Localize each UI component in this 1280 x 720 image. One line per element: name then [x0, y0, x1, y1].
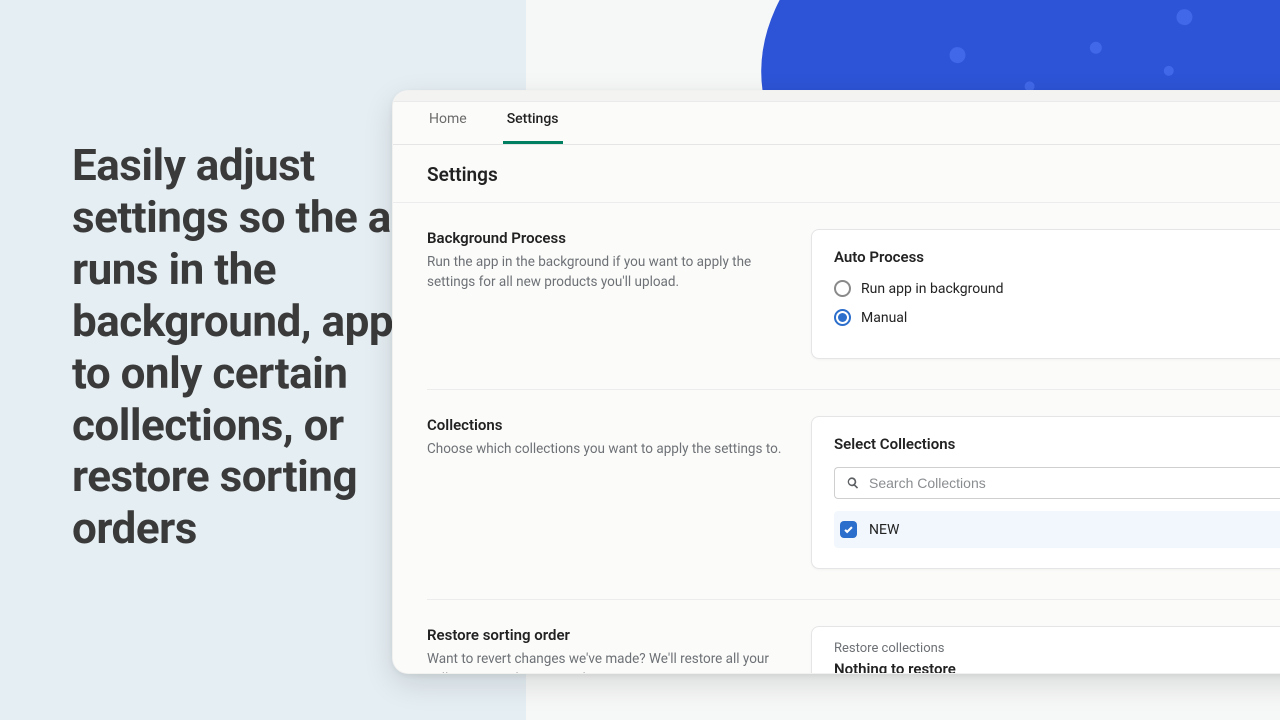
restore-sub: Restore collections: [834, 641, 956, 656]
radio-label: Run app in background: [861, 281, 1004, 297]
auto-process-title: Auto Process: [834, 248, 1280, 266]
search-icon: [845, 475, 861, 491]
collection-item-new[interactable]: NEW: [834, 511, 1280, 548]
tab-home[interactable]: Home: [425, 111, 471, 144]
background-desc: Run the app in the background if you wan…: [427, 253, 787, 292]
radio-icon: [834, 280, 851, 297]
select-collections-title: Select Collections: [834, 435, 1280, 453]
section-restore: Restore sorting order Want to revert cha…: [427, 600, 1280, 674]
search-collections-field[interactable]: [834, 467, 1280, 499]
radio-manual[interactable]: Manual: [834, 309, 1280, 326]
radio-run-background[interactable]: Run app in background: [834, 280, 1280, 297]
app-window: Home Settings Settings Background Proces…: [392, 90, 1280, 674]
restore-status: Nothing to restore: [834, 660, 956, 674]
section-background-process: Background Process Run the app in the ba…: [427, 203, 1280, 390]
radio-label: Manual: [861, 310, 907, 326]
background-title: Background Process: [427, 229, 787, 247]
restore-card: Restore collections Nothing to restore R…: [811, 626, 1280, 674]
collections-title: Collections: [427, 416, 787, 434]
search-input[interactable]: [869, 475, 1280, 491]
tabs-bar: Home Settings: [393, 91, 1280, 145]
auto-process-card: Auto Process Run app in background Manua…: [811, 229, 1280, 359]
restore-desc: Want to revert changes we've made? We'll…: [427, 650, 787, 674]
checkbox-checked-icon: [840, 521, 857, 538]
restore-title: Restore sorting order: [427, 626, 787, 644]
collections-desc: Choose which collections you want to app…: [427, 440, 787, 460]
select-collections-card: Select Collections NEW: [811, 416, 1280, 569]
settings-content: Background Process Run the app in the ba…: [393, 203, 1280, 674]
section-collections: Collections Choose which collections you…: [427, 390, 1280, 600]
page-title: Settings: [393, 145, 1280, 203]
collection-label: NEW: [869, 522, 899, 538]
radio-icon: [834, 309, 851, 326]
tab-settings[interactable]: Settings: [503, 111, 563, 144]
